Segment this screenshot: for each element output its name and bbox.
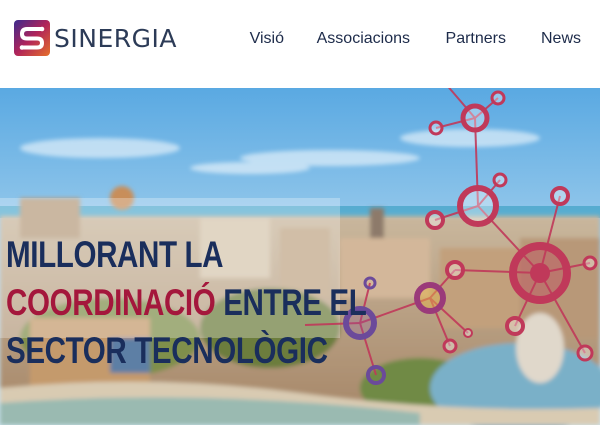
headline-line-2: COORDINACIÓ ENTRE EL xyxy=(6,279,367,327)
headline-line-1: MILLORANT LA xyxy=(6,233,224,275)
nav-item-visio[interactable]: Visió xyxy=(250,30,284,48)
hero-banner: MILLORANT LA COORDINACIÓ ENTRE EL SECTOR… xyxy=(0,88,600,425)
nav-item-news[interactable]: News xyxy=(541,30,581,48)
brand-logo[interactable]: SINERGIA xyxy=(14,20,177,56)
nav-item-associacions[interactable]: Associacions xyxy=(317,30,410,48)
nav-item-partners[interactable]: Partners xyxy=(446,30,506,48)
brand-name: SINERGIA xyxy=(54,23,177,53)
headline-line-3: SECTOR TECNOLÒGIC xyxy=(6,329,328,371)
sinergia-logo-icon xyxy=(14,20,50,56)
site-header: SINERGIA Visió Associacions Partners New… xyxy=(0,0,600,88)
hero-headline: MILLORANT LA COORDINACIÓ ENTRE EL SECTOR… xyxy=(6,231,367,375)
headline-line-2-rest: ENTRE EL xyxy=(215,281,367,323)
headline-accent-word: COORDINACIÓ xyxy=(6,281,216,323)
